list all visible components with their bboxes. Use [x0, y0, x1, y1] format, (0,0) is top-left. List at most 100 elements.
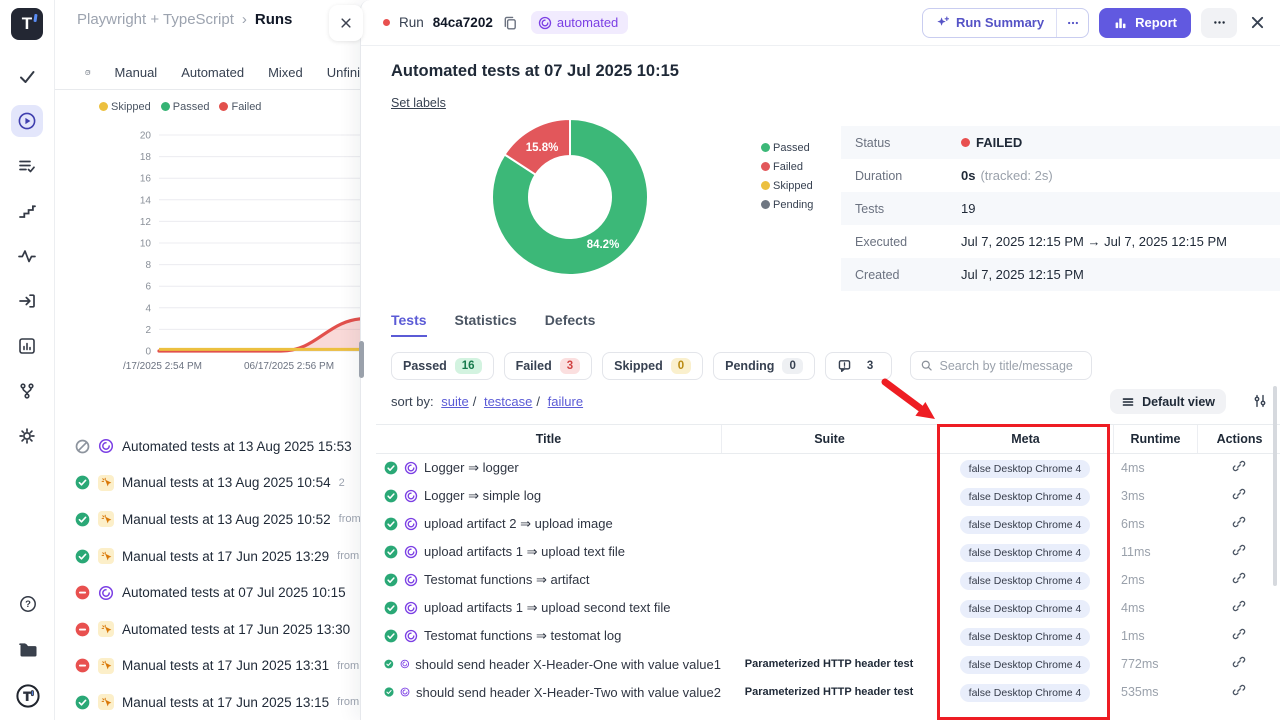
default-view-button[interactable]: Default view	[1110, 389, 1226, 414]
sidebar-item-branches[interactable]	[11, 375, 43, 407]
test-row[interactable]: should send header X-Header-One with val…	[376, 650, 1280, 678]
projects-button[interactable]	[12, 634, 44, 666]
filter-passed[interactable]: Passed16	[391, 352, 494, 380]
run-summary-button[interactable]: Run Summary	[923, 9, 1056, 37]
svg-text:4: 4	[145, 303, 151, 314]
svg-text:/17/2025 2:54 PM: /17/2025 2:54 PM	[123, 361, 202, 372]
automated-test-icon	[404, 573, 418, 587]
legend-failed: Failed	[761, 157, 813, 176]
detail-tabs: Tests Statistics Defects	[391, 312, 595, 337]
meta-badge: false Desktop Chrome 4	[960, 488, 1091, 506]
tab-manual[interactable]: Manual	[115, 65, 158, 80]
report-button[interactable]: Report	[1099, 8, 1191, 38]
status-passed-icon	[384, 489, 398, 503]
test-row[interactable]: upload artifacts 1 ⇒ upload second text …	[376, 594, 1280, 622]
link-icon[interactable]	[1232, 459, 1246, 473]
help-icon: ?	[18, 594, 38, 614]
legend-skipped: Skipped	[99, 101, 151, 113]
svg-text:14: 14	[140, 195, 152, 206]
test-row[interactable]: Logger ⇒ logger false Desktop Chrome 4 4…	[376, 454, 1280, 482]
detail-scrollbar[interactable]	[1273, 386, 1277, 586]
column-title[interactable]: Title	[376, 425, 721, 453]
link-icon[interactable]	[1232, 487, 1246, 501]
test-row[interactable]: Testomat functions ⇒ artifact false Desk…	[376, 566, 1280, 594]
sort-failure-link[interactable]: failure	[548, 394, 583, 409]
run-list-item[interactable]: Manual tests at 17 Jun 2025 13:31from	[75, 648, 360, 685]
sidebar-item-pulse[interactable]	[11, 240, 43, 272]
breadcrumb-project[interactable]: Playwright + TypeScript	[77, 11, 234, 28]
app-logo[interactable]: T	[11, 8, 43, 40]
sidebar-item-test-plans[interactable]	[11, 150, 43, 182]
ellipsis-icon	[1066, 16, 1080, 30]
link-icon[interactable]	[1232, 599, 1246, 613]
column-suite[interactable]: Suite	[721, 425, 937, 453]
run-summary-more-button[interactable]	[1056, 9, 1088, 37]
search-box[interactable]	[910, 351, 1092, 380]
copy-icon[interactable]	[502, 15, 518, 31]
legend-failed: Failed	[219, 101, 261, 113]
more-actions-button[interactable]	[1201, 8, 1237, 38]
tab-unfinished[interactable]: Unfini	[327, 65, 360, 80]
help-button[interactable]: ?	[12, 588, 44, 620]
breadcrumb-separator: ›	[242, 11, 247, 28]
link-icon[interactable]	[1232, 683, 1246, 697]
tab-statistics[interactable]: Statistics	[455, 312, 517, 337]
run-list-item[interactable]: Manual tests at 13 Aug 2025 10:52from	[75, 501, 360, 538]
filter-comments[interactable]: 3	[825, 352, 892, 380]
filter-pending[interactable]: Pending0	[713, 352, 815, 380]
profile-avatar[interactable]: T	[12, 680, 44, 712]
run-list-item[interactable]: Automated tests at 17 Jun 2025 13:30	[75, 611, 360, 648]
sort-suite-link[interactable]: suite	[441, 394, 468, 409]
select-runs-icon[interactable]	[85, 64, 91, 81]
close-runs-tab-button[interactable]	[329, 5, 363, 41]
tab-defects[interactable]: Defects	[545, 312, 596, 337]
tab-tests[interactable]: Tests	[391, 312, 427, 337]
run-summary-button-group: Run Summary	[922, 8, 1089, 38]
column-runtime[interactable]: Runtime	[1113, 425, 1197, 453]
status-passed-icon	[384, 685, 394, 699]
link-icon[interactable]	[1232, 627, 1246, 641]
run-list-item[interactable]: Manual tests at 17 Jun 2025 13:29from	[75, 538, 360, 575]
run-title: Automated tests at 07 Jul 2025 10:15	[391, 62, 679, 81]
svg-text:20: 20	[140, 131, 152, 142]
run-list-item[interactable]: Automated tests at 13 Aug 2025 15:53	[75, 428, 360, 465]
runs-panel-scrollbar[interactable]	[359, 341, 364, 378]
set-labels-link[interactable]: Set labels	[391, 96, 446, 110]
legend-passed: Passed	[161, 101, 210, 113]
check-icon	[17, 66, 37, 86]
run-list-item[interactable]: Automated tests at 07 Jul 2025 10:15	[75, 574, 360, 611]
test-row[interactable]: Logger ⇒ simple log false Desktop Chrome…	[376, 482, 1280, 510]
close-panel-icon[interactable]	[1249, 14, 1266, 31]
sort-testcase-link[interactable]: testcase	[484, 394, 532, 409]
svg-text:12: 12	[140, 217, 152, 228]
link-icon[interactable]	[1232, 515, 1246, 529]
column-actions[interactable]: Actions	[1197, 425, 1280, 453]
meta-badge: false Desktop Chrome 4	[960, 600, 1091, 618]
filter-skipped[interactable]: Skipped0	[602, 352, 703, 380]
link-icon[interactable]	[1232, 571, 1246, 585]
sidebar-item-import[interactable]	[11, 285, 43, 317]
filter-failed[interactable]: Failed3	[504, 352, 593, 380]
view-settings-icon[interactable]	[1252, 393, 1268, 409]
sidebar-item-analytics[interactable]	[11, 330, 43, 362]
tab-automated[interactable]: Automated	[181, 65, 244, 80]
test-row[interactable]: upload artifact 2 ⇒ upload image false D…	[376, 510, 1280, 538]
sidebar-item-tests[interactable]	[11, 60, 43, 92]
status-passed-icon	[75, 512, 90, 527]
status-passed-icon	[384, 629, 398, 643]
link-icon[interactable]	[1232, 543, 1246, 557]
sidebar-item-settings[interactable]	[11, 420, 43, 452]
test-row[interactable]: should send header X-Header-Two with val…	[376, 678, 1280, 706]
link-icon[interactable]	[1232, 655, 1246, 669]
passed-percent-label: 84.2%	[587, 239, 620, 251]
run-list-item[interactable]: Manual tests at 13 Aug 2025 10:542	[75, 465, 360, 502]
column-meta[interactable]: Meta	[937, 425, 1113, 453]
search-input[interactable]	[939, 359, 1082, 373]
sidebar-item-runs[interactable]	[11, 105, 43, 137]
sidebar-item-steps[interactable]	[11, 195, 43, 227]
test-row[interactable]: Testomat functions ⇒ testomat log false …	[376, 622, 1280, 650]
run-list-item[interactable]: Manual tests at 17 Jun 2025 13:15from	[75, 684, 360, 720]
manual-run-icon	[98, 475, 114, 491]
tab-mixed[interactable]: Mixed	[268, 65, 303, 80]
test-row[interactable]: upload artifacts 1 ⇒ upload text file fa…	[376, 538, 1280, 566]
